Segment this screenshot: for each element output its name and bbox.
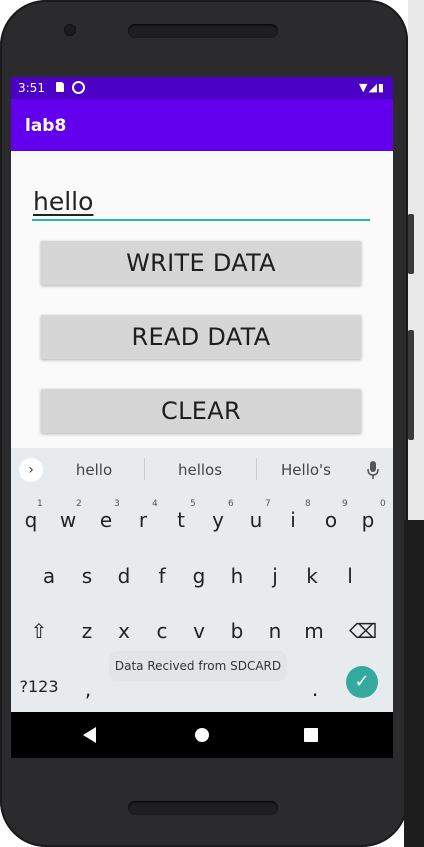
key-w[interactable]: w [51, 508, 85, 532]
key-x[interactable]: x [107, 619, 141, 643]
clear-button[interactable]: CLEAR [41, 389, 361, 433]
suggestion-2[interactable]: hellos [150, 461, 250, 479]
soft-keyboard: › hello hellos Hello's q 1 w 2 e 3 r 4 t… [11, 448, 393, 712]
key-p[interactable]: p [351, 508, 385, 532]
key-e[interactable]: e [89, 508, 123, 532]
power-button [408, 330, 414, 440]
key-n[interactable]: n [258, 619, 292, 643]
backspace-icon[interactable]: ⌫ [346, 619, 380, 643]
speaker-bottom [128, 801, 278, 815]
key-d[interactable]: d [107, 564, 141, 588]
suggestion-divider [144, 458, 145, 480]
key-hint: 2 [76, 499, 82, 509]
key-q[interactable]: q [14, 508, 48, 532]
key-z[interactable]: z [70, 619, 104, 643]
home-icon[interactable] [195, 728, 209, 742]
key-hint: 4 [152, 499, 158, 509]
key-h[interactable]: h [220, 564, 254, 588]
key-k[interactable]: k [295, 564, 329, 588]
sdcard-icon [56, 82, 64, 92]
key-a[interactable]: a [32, 564, 66, 588]
suggestion-3[interactable]: Hello's [256, 461, 356, 479]
suggestion-strip: › hello hellos Hello's [11, 448, 393, 492]
main-content: WRITE DATA READ DATA CLEAR [11, 151, 393, 451]
write-data-button[interactable]: WRITE DATA [41, 241, 361, 285]
key-hint: 0 [380, 499, 386, 509]
key-g[interactable]: g [182, 564, 216, 588]
key-u[interactable]: u [239, 508, 273, 532]
key-m[interactable]: m [297, 619, 331, 643]
key-j[interactable]: j [258, 564, 292, 588]
speaker-top [128, 24, 278, 38]
recents-icon[interactable] [304, 728, 318, 742]
back-icon[interactable] [83, 727, 96, 743]
key-hint: 8 [305, 499, 311, 509]
key-f[interactable]: f [145, 564, 179, 588]
app-bar: lab8 [11, 99, 393, 151]
app-title: lab8 [25, 116, 67, 136]
key-c[interactable]: c [145, 619, 179, 643]
shift-icon[interactable]: ⇧ [22, 619, 56, 643]
expand-chevron-icon[interactable]: › [19, 458, 43, 482]
screen: 3:51 ▼◢▮ lab8 WRITE DATA READ DATA CLEAR… [11, 77, 393, 758]
key-comma[interactable]: , [71, 677, 105, 701]
key-l[interactable]: l [333, 564, 367, 588]
key-hint: 6 [228, 499, 234, 509]
volume-button [408, 214, 414, 274]
key-v[interactable]: v [182, 619, 216, 643]
key-hint: 9 [342, 499, 348, 509]
key-hint: 3 [114, 499, 120, 509]
key-b[interactable]: b [220, 619, 254, 643]
read-data-button[interactable]: READ DATA [41, 315, 361, 359]
microphone-icon[interactable] [366, 460, 380, 480]
key-s[interactable]: s [70, 564, 104, 588]
symbols-key[interactable]: ?123 [17, 677, 61, 696]
key-y[interactable]: y [201, 508, 235, 532]
key-period[interactable]: . [298, 677, 332, 701]
navigation-bar [11, 712, 393, 758]
status-icons: ▼◢▮ [359, 81, 385, 94]
text-field[interactable] [32, 183, 371, 221]
key-t[interactable]: t [164, 508, 198, 532]
sync-icon [72, 81, 85, 94]
text-input[interactable] [32, 183, 371, 219]
key-r[interactable]: r [126, 508, 160, 532]
camera [64, 24, 76, 36]
toast-message: Data Recived from SDCARD [109, 651, 287, 681]
key-o[interactable]: o [314, 508, 348, 532]
enter-check-icon[interactable]: ✓ [346, 666, 378, 698]
key-hint: 1 [37, 499, 43, 509]
suggestion-1[interactable]: hello [44, 461, 144, 479]
key-hint: 5 [190, 499, 196, 509]
status-time: 3:51 [18, 81, 45, 95]
key-i[interactable]: i [276, 508, 310, 532]
side-dark [404, 520, 424, 847]
status-bar: 3:51 ▼◢▮ [11, 77, 393, 99]
key-hint: 7 [265, 499, 271, 509]
